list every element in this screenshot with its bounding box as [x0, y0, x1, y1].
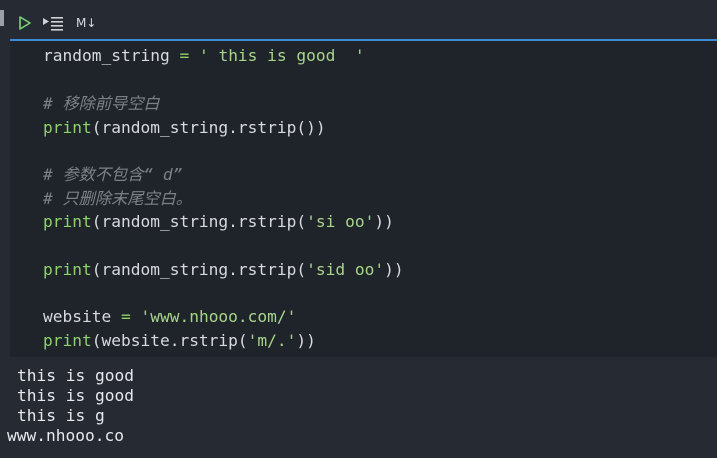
- cell-output: this is good this is good this is g www.…: [0, 357, 717, 458]
- code-editor[interactable]: random_string = ' this is good ' # 移除前导空…: [10, 41, 717, 357]
- code-token: website: [43, 307, 121, 326]
- code-line-10[interactable]: print(random_string.rstrip('sid oo')): [43, 259, 404, 281]
- code-token: (random_string.rstrip()): [91, 118, 326, 137]
- code-keyword: print: [43, 212, 92, 231]
- code-line-3[interactable]: # 移除前导空白: [43, 93, 160, 115]
- code-token: =: [120, 307, 131, 326]
- code-string: 'www.nhooo.com/': [140, 307, 297, 326]
- code-token: (website.rstrip(: [91, 331, 248, 350]
- code-token: (random_string.rstrip(: [91, 260, 307, 279]
- output-line: this is g: [17, 406, 105, 425]
- code-comment: # 参数不包含“ d”: [43, 165, 183, 184]
- code-string: 'si oo': [306, 212, 375, 231]
- output-line: www.nhooo.co: [7, 426, 124, 445]
- code-keyword: print: [43, 260, 92, 279]
- code-keyword: print: [43, 331, 92, 350]
- cell-marker: [0, 10, 4, 26]
- code-token: =: [179, 46, 190, 65]
- code-line-6[interactable]: # 参数不包含“ d”: [43, 164, 182, 186]
- run-cell-button[interactable]: [18, 13, 34, 33]
- code-token: )): [374, 212, 394, 231]
- code-string: 'sid oo': [306, 260, 385, 279]
- run-below-button[interactable]: [42, 13, 66, 33]
- run-below-icon: [43, 17, 63, 31]
- code-string: ' this is good ': [198, 46, 365, 65]
- output-line: this is good: [17, 386, 134, 405]
- code-line-1[interactable]: random_string = ' this is good ': [43, 45, 365, 67]
- cell-toolbar: M↓: [0, 0, 717, 41]
- code-line-13[interactable]: print(website.rstrip('m/.')): [43, 330, 316, 352]
- code-keyword: print: [43, 118, 92, 137]
- code-line-4[interactable]: print(random_string.rstrip()): [43, 117, 326, 139]
- play-icon: [19, 16, 31, 30]
- output-line: this is good: [17, 366, 134, 385]
- markdown-label: M↓: [76, 16, 97, 30]
- code-string: 'm/.': [247, 331, 297, 350]
- markdown-toggle-button[interactable]: M↓: [76, 13, 96, 33]
- code-token: )): [296, 331, 316, 350]
- code-comment: # 只删除末尾空白。: [43, 189, 192, 208]
- code-token: random_string: [43, 46, 180, 65]
- code-line-7[interactable]: # 只删除末尾空白。: [43, 188, 192, 210]
- code-token: (random_string.rstrip(: [91, 212, 307, 231]
- code-comment: # 移除前导空白: [43, 94, 160, 113]
- code-token: )): [384, 260, 404, 279]
- code-line-12[interactable]: website = 'www.nhooo.com/': [43, 306, 296, 328]
- code-line-8[interactable]: print(random_string.rstrip('si oo')): [43, 211, 394, 233]
